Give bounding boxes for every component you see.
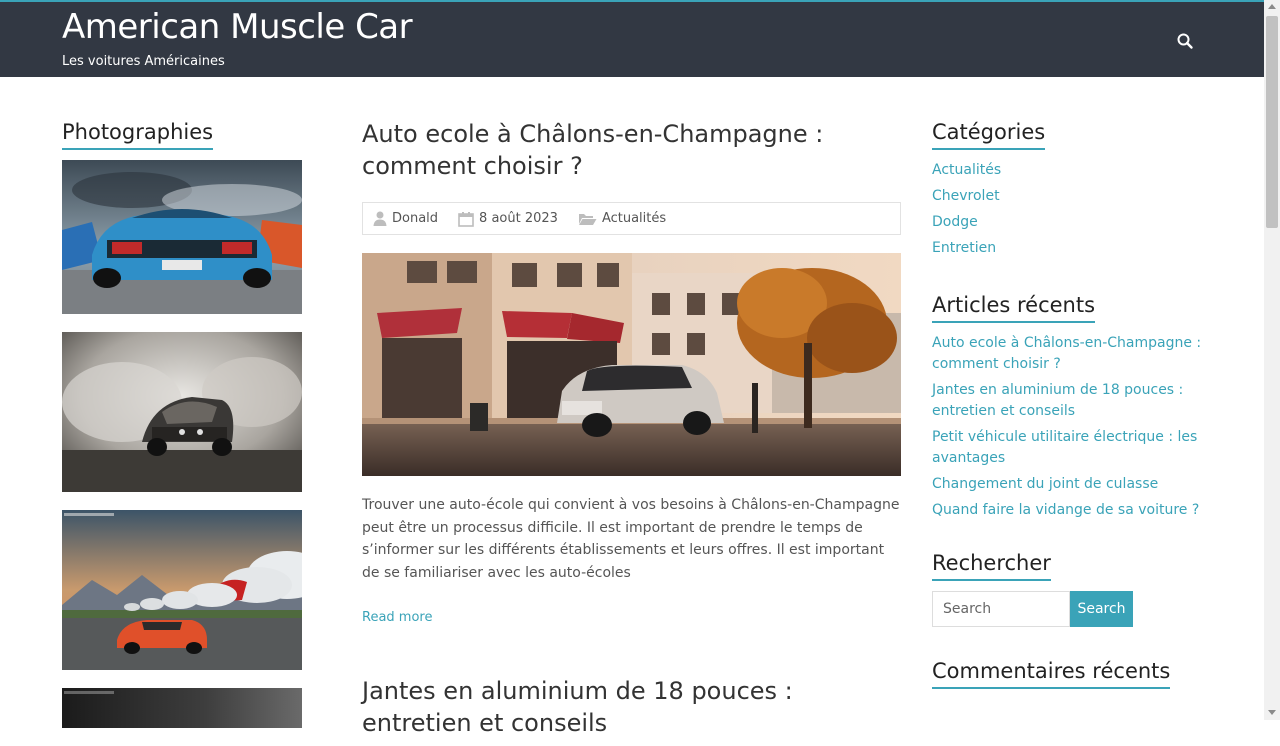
categories-list: Actualités Chevrolet Dodge Entretien: [932, 160, 1202, 259]
post-author[interactable]: Donald: [373, 211, 438, 226]
search-widget-title: Rechercher: [932, 551, 1051, 581]
post-date[interactable]: 8 août 2023: [458, 211, 558, 227]
site-header: American Muscle Car Les voitures América…: [0, 2, 1264, 77]
main-content: Auto ecole à Châlons-en-Champagne : comm…: [362, 118, 901, 737]
recent-post-link[interactable]: Changement du joint de culasse: [932, 474, 1202, 495]
author-name: Donald: [392, 211, 439, 226]
scrollbar-thumb[interactable]: [1266, 16, 1278, 228]
photo-blue-mustang[interactable]: [62, 160, 302, 314]
recent-posts-list: Auto ecole à Châlons-en-Champagne : comm…: [932, 333, 1202, 521]
category-link[interactable]: Dodge: [932, 212, 1202, 233]
post-meta: Donald 8 août 2023 Actualités: [362, 202, 901, 235]
post-title[interactable]: Auto ecole à Châlons-en-Champagne : comm…: [362, 118, 901, 182]
search-form: Search: [932, 591, 1202, 627]
page-scrollbar[interactable]: [1264, 0, 1280, 720]
search-widget: Rechercher Search: [932, 551, 1202, 627]
category-link[interactable]: Entretien: [932, 238, 1202, 259]
scroll-down-arrow[interactable]: [1268, 710, 1276, 715]
category-link[interactable]: Actualités: [932, 160, 1202, 181]
user-icon: [373, 211, 387, 226]
post-article: Auto ecole à Châlons-en-Champagne : comm…: [362, 118, 901, 625]
recent-post-link[interactable]: Quand faire la vidange de sa voiture ?: [932, 500, 1202, 521]
recent-posts-widget: Articles récents Auto ecole à Châlons-en…: [932, 293, 1202, 521]
scroll-up-arrow[interactable]: [1268, 4, 1276, 9]
post-featured-image[interactable]: [362, 253, 901, 476]
date-text: 8 août 2023: [479, 211, 558, 226]
search-button[interactable]: Search: [1070, 591, 1133, 627]
recent-post-link[interactable]: Petit véhicule utilitaire électrique : l…: [932, 427, 1202, 469]
folder-open-icon: [578, 213, 597, 225]
search-input[interactable]: [932, 591, 1070, 627]
site-title[interactable]: American Muscle Car: [62, 7, 413, 47]
post-excerpt: Trouver une auto-école qui convient à vo…: [362, 497, 900, 581]
post-category[interactable]: Actualités: [578, 211, 666, 226]
post-title-2[interactable]: Jantes en aluminium de 18 pouces : entre…: [362, 675, 901, 739]
photo-red-car-airplanes[interactable]: [62, 510, 302, 670]
categories-widget: Catégories Actualités Chevrolet Dodge En…: [932, 120, 1202, 259]
photos-sidebar: Photographies: [62, 120, 302, 746]
site-tagline: Les voitures Américaines: [62, 54, 225, 69]
recent-comments-widget: Commentaires récents: [932, 659, 1202, 689]
calendar-icon: [458, 211, 474, 227]
categories-title: Catégories: [932, 120, 1046, 150]
search-icon[interactable]: [1176, 32, 1194, 50]
right-sidebar: Catégories Actualités Chevrolet Dodge En…: [932, 120, 1202, 723]
recent-comments-title: Commentaires récents: [932, 659, 1171, 689]
recent-posts-title: Articles récents: [932, 293, 1096, 323]
read-more-link[interactable]: Read more: [362, 610, 901, 625]
category-text: Actualités: [601, 211, 667, 226]
photo-burnout-car[interactable]: [62, 332, 302, 492]
photos-widget-title: Photographies: [62, 120, 214, 150]
recent-post-link[interactable]: Auto ecole à Châlons-en-Champagne : comm…: [932, 333, 1202, 375]
category-link[interactable]: Chevrolet: [932, 186, 1202, 207]
recent-post-link[interactable]: Jantes en aluminium de 18 pouces : entre…: [932, 380, 1202, 422]
photo-dark-partial[interactable]: [62, 688, 302, 728]
